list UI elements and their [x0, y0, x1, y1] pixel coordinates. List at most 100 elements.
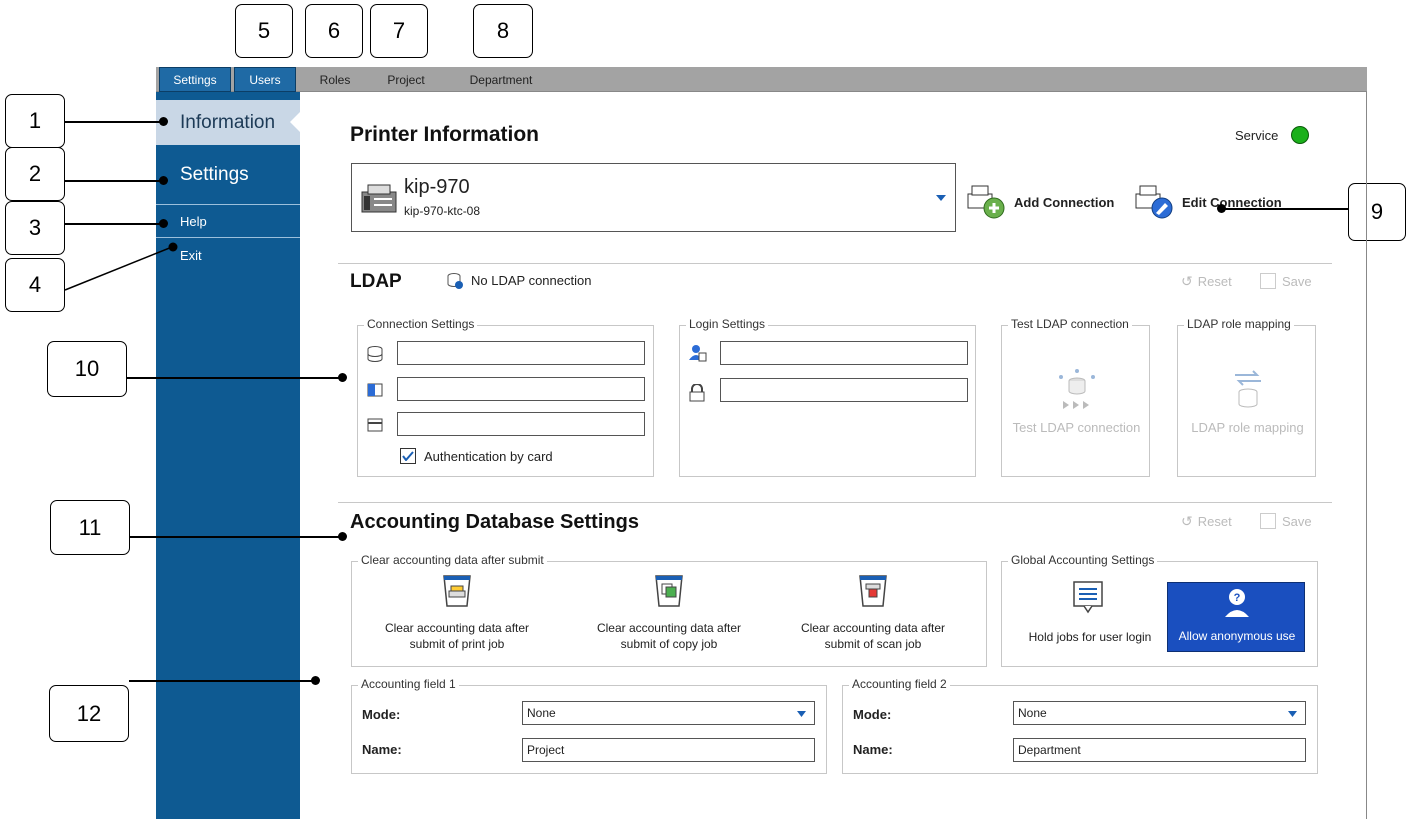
- tab-roles[interactable]: Roles: [306, 67, 364, 92]
- clear-scan-job-toggle[interactable]: Clear accounting data after submit of sca…: [778, 570, 968, 664]
- test-ldap-button[interactable]: Test LDAP connection: [1002, 420, 1151, 435]
- leader-line-9: [1222, 208, 1348, 210]
- accounting-title: Accounting Database Settings: [350, 511, 639, 533]
- callout-3: 3: [5, 201, 65, 255]
- domain-icon: [367, 383, 383, 397]
- connection-settings-group: Connection Settings Authentication by ca…: [357, 317, 654, 477]
- svg-text:?: ?: [1234, 592, 1241, 604]
- edit-connection-button[interactable]: Edit Connection: [1134, 184, 1282, 220]
- ldap-save-button[interactable]: Save: [1260, 273, 1312, 289]
- no-ldap-connection-icon: [447, 273, 463, 289]
- sidebar-item-information[interactable]: Information: [156, 100, 300, 145]
- top-tab-bar: Settings Users Roles Project Department: [156, 67, 1367, 92]
- callout-1: 1: [5, 94, 65, 148]
- hold-jobs-toggle[interactable]: Hold jobs for user login: [1010, 574, 1170, 662]
- tab-department[interactable]: Department: [456, 67, 546, 92]
- ldap-server-input[interactable]: [397, 341, 645, 365]
- add-connection-icon: [967, 185, 1005, 219]
- ldap-status: No LDAP connection: [471, 273, 592, 288]
- login-user-input[interactable]: [720, 341, 968, 365]
- sidebar-item-help[interactable]: Help: [156, 208, 300, 234]
- tab-project[interactable]: Project: [376, 67, 436, 92]
- ldap-card-input[interactable]: [397, 412, 645, 436]
- reset-label: Reset: [1197, 514, 1232, 529]
- accounting-reset-button[interactable]: ↺ Reset: [1181, 513, 1232, 530]
- ldap-reset-button[interactable]: ↺ Reset: [1181, 273, 1232, 290]
- name-label: Name:: [362, 742, 402, 757]
- leader-dot-11: [338, 532, 347, 541]
- callout-6: 6: [305, 4, 363, 58]
- ldap-role-mapping-button[interactable]: LDAP role mapping: [1178, 420, 1317, 435]
- reset-icon: ↺: [1181, 273, 1193, 289]
- leader-dot-1: [159, 117, 168, 126]
- hold-jobs-icon: [1073, 581, 1103, 614]
- user-icon: [689, 345, 707, 362]
- ldap-domain-input[interactable]: [397, 377, 645, 401]
- test-ldap-group: Test LDAP connection Test LDAP connectio…: [1001, 317, 1151, 477]
- checkbox-checked-icon: [400, 448, 416, 464]
- auth-by-card-checkbox[interactable]: Authentication by card: [400, 448, 553, 464]
- reset-label: Reset: [1197, 274, 1232, 289]
- callout-2: 2: [5, 147, 65, 201]
- auth-by-card-label: Authentication by card: [424, 448, 553, 464]
- login-password-input[interactable]: [720, 378, 968, 402]
- accounting-field-1-mode-select[interactable]: None: [522, 701, 815, 725]
- mode-value: None: [527, 706, 556, 720]
- callout-5: 5: [235, 4, 293, 58]
- accounting-field-1-name-input[interactable]: Project: [522, 738, 815, 762]
- allow-anonymous-toggle[interactable]: ? Allow anonymous use: [1167, 582, 1305, 652]
- ldap-title: LDAP: [350, 271, 402, 292]
- hold-jobs-label: Hold jobs for user login: [1028, 630, 1152, 644]
- reset-icon: ↺: [1181, 513, 1193, 529]
- global-accounting-group: Global Accounting Settings Hold jobs for…: [1001, 553, 1318, 667]
- callout-7: 7: [370, 4, 428, 58]
- accounting-field-2-mode-select[interactable]: None: [1013, 701, 1306, 725]
- leader-dot-12: [311, 676, 320, 685]
- tab-settings[interactable]: Settings: [159, 67, 231, 92]
- leader-line-3: [65, 223, 163, 225]
- leader-line-2: [65, 180, 163, 182]
- main-panel: Printer Information Service kip-970 kip-…: [300, 92, 1367, 819]
- service-status-indicator: [1291, 126, 1309, 144]
- sidebar-item-label: Information: [180, 111, 276, 133]
- save-icon: [1260, 513, 1276, 529]
- sidebar-item-settings[interactable]: Settings: [156, 154, 300, 196]
- leader-dot-3: [159, 219, 168, 228]
- clear-copy-job-toggle[interactable]: Clear accounting data after submit of cop…: [574, 570, 764, 664]
- server-icon: [367, 346, 383, 362]
- test-ldap-legend: Test LDAP connection: [1008, 317, 1132, 331]
- accounting-field-2-name-input[interactable]: Department: [1013, 738, 1306, 762]
- clear-print-icon: [443, 575, 471, 607]
- chevron-down-icon: [936, 195, 946, 201]
- printer-select[interactable]: kip-970 kip-970-ktc-08: [351, 163, 956, 232]
- sidebar: Information Settings Help Exit: [156, 92, 300, 819]
- tab-users[interactable]: Users: [234, 67, 296, 92]
- mode-value: None: [1018, 706, 1047, 720]
- leader-dot-2: [159, 176, 168, 185]
- page-title: Printer Information: [350, 123, 540, 146]
- callout-10: 10: [47, 341, 127, 397]
- sidebar-item-label: Settings: [180, 164, 249, 185]
- ldap-role-mapping-group: LDAP role mapping LDAP role mapping: [1177, 317, 1317, 477]
- clear-print-job-toggle[interactable]: Clear accounting data after submit of pri…: [362, 570, 552, 664]
- global-accounting-legend: Global Accounting Settings: [1008, 553, 1158, 567]
- add-connection-button[interactable]: Add Connection: [966, 184, 1114, 220]
- callout-12: 12: [49, 685, 129, 742]
- accounting-field-2-group: Accounting field 2 Mode: None Name: Depa…: [842, 677, 1318, 774]
- accounting-field-2-legend: Accounting field 2: [849, 677, 950, 691]
- test-connection-icon: [1059, 369, 1095, 409]
- chevron-down-icon: [797, 711, 806, 717]
- callout-8: 8: [473, 4, 533, 58]
- printer-host: kip-970-ktc-08: [404, 204, 481, 218]
- name-label: Name:: [853, 742, 893, 757]
- save-label: Save: [1282, 273, 1312, 289]
- callout-11: 11: [50, 500, 130, 555]
- leader-dot-10: [338, 373, 347, 382]
- ldap-role-mapping-legend: LDAP role mapping: [1184, 317, 1294, 331]
- sidebar-divider: [156, 204, 300, 205]
- printer-icon: [361, 184, 397, 213]
- sidebar-divider: [156, 237, 300, 238]
- accounting-save-button[interactable]: Save: [1260, 513, 1312, 529]
- leader-line-12: [129, 680, 315, 682]
- clear-accounting-legend: Clear accounting data after submit: [358, 553, 547, 567]
